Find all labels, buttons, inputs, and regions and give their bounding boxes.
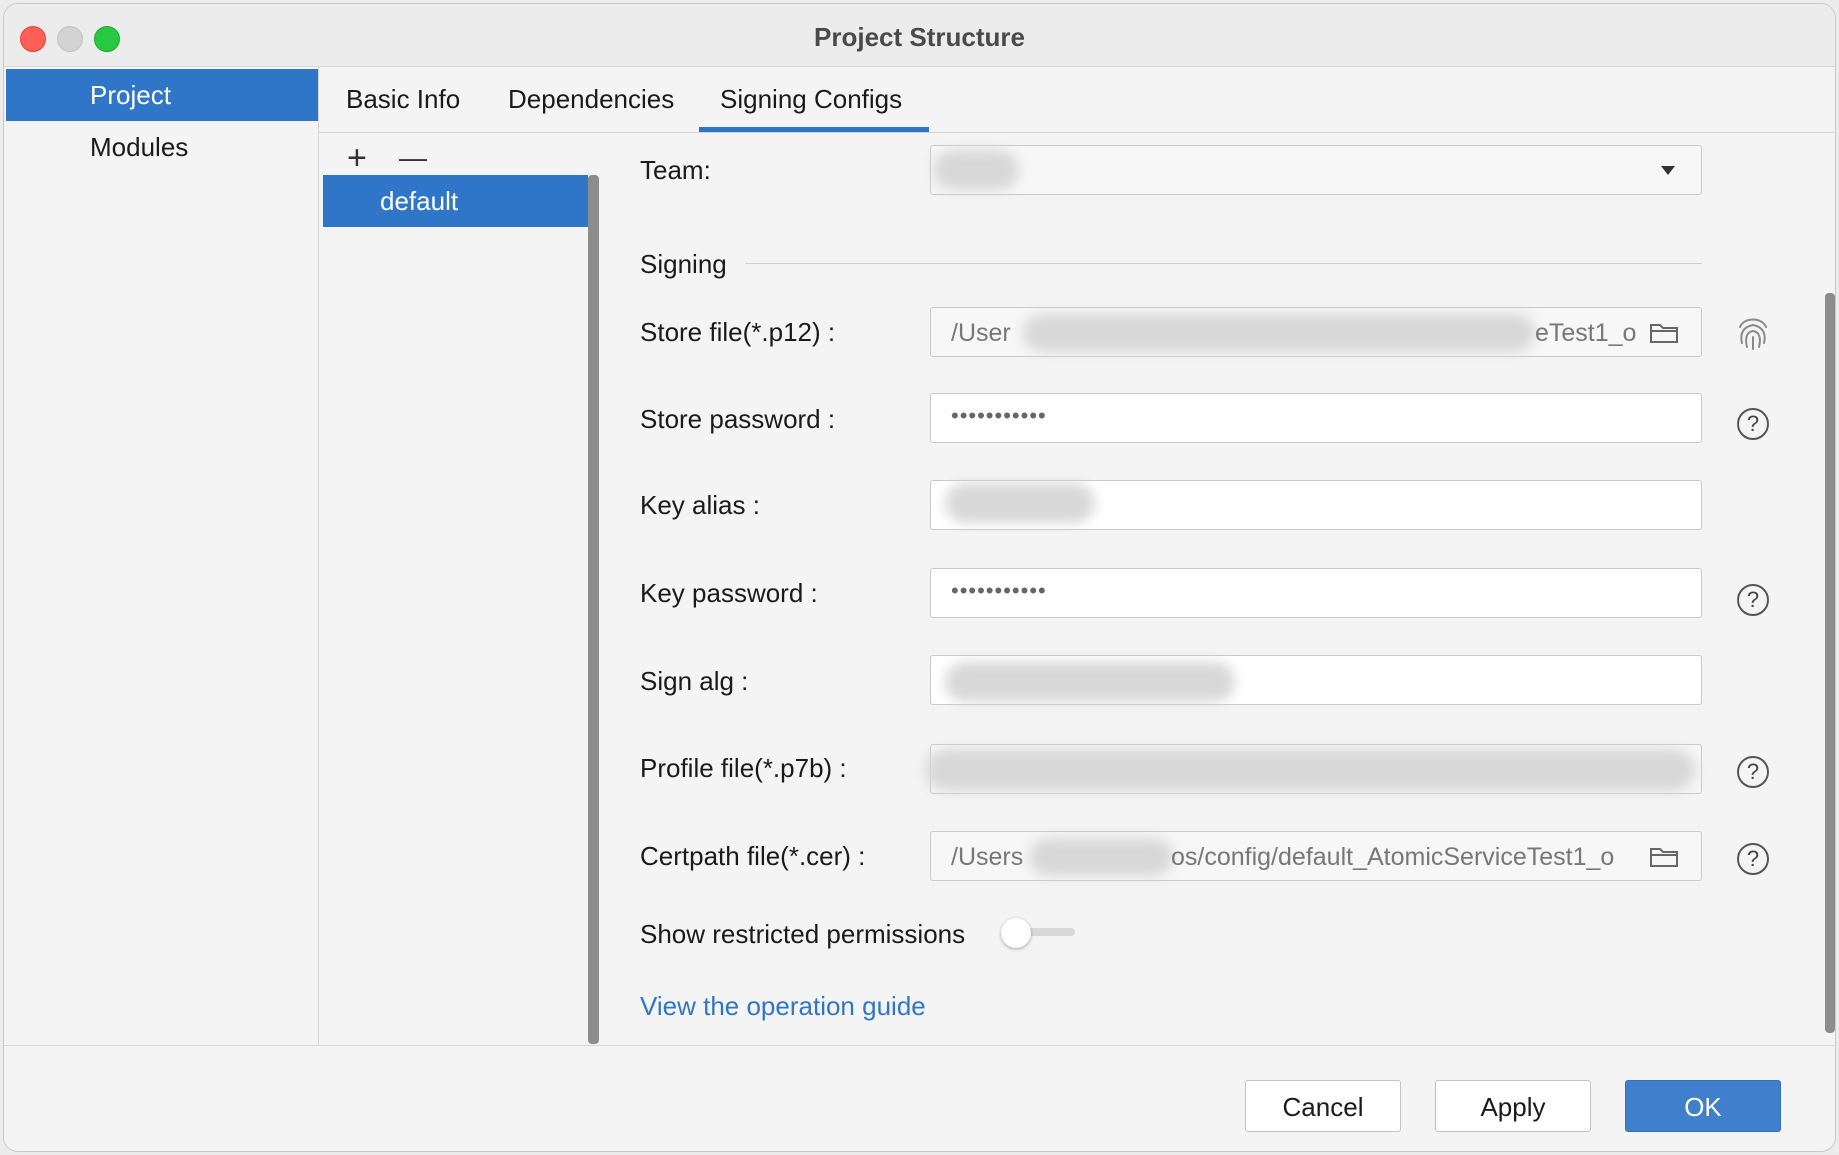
tab-dependencies[interactable]: Dependencies [508, 84, 674, 115]
redacted-sign-alg [945, 662, 1235, 702]
cancel-button[interactable]: Cancel [1245, 1080, 1401, 1132]
fingerprint-icon[interactable] [1734, 313, 1772, 353]
certpath-file-field[interactable]: /Users os/config/default_AtomicServiceTe… [930, 831, 1702, 881]
store-file-value-end: eTest1_o [1535, 319, 1637, 347]
operation-guide-link[interactable]: View the operation guide [640, 991, 926, 1022]
store-file-label: Store file(*.p12) : [640, 317, 836, 347]
store-password-label: Store password : [640, 404, 836, 434]
restricted-permissions-label: Show restricted permissions [640, 919, 966, 949]
project-structure-window: Project Structure Project Modules Basic … [4, 4, 1835, 1151]
folder-icon[interactable] [1649, 320, 1679, 344]
signing-form: Team: Signing Store file(*.p12) : /User … [600, 133, 1835, 1044]
chevron-down-icon [1661, 166, 1675, 175]
redacted-team [933, 150, 1019, 190]
sidebar: Project Modules [4, 67, 319, 1045]
team-label: Team: [640, 155, 711, 185]
folder-icon[interactable] [1649, 844, 1679, 868]
window-title: Project Structure [814, 22, 1025, 52]
tab-signing-configs[interactable]: Signing Configs [720, 84, 902, 115]
apply-button[interactable]: Apply [1435, 1080, 1591, 1132]
store-file-field[interactable]: /User eTest1_o [930, 307, 1702, 357]
store-password-input[interactable]: ••••••••••• [930, 393, 1702, 443]
config-item-default[interactable]: default [323, 175, 588, 227]
add-config-button[interactable]: + [347, 141, 367, 175]
config-list-scrollbar[interactable] [588, 175, 599, 1044]
key-password-input[interactable]: ••••••••••• [930, 568, 1702, 618]
team-dropdown[interactable] [930, 145, 1702, 195]
sidebar-item-label: Modules [90, 132, 189, 162]
remove-config-button[interactable]: — [399, 141, 427, 175]
active-tab-indicator [699, 127, 929, 132]
toggle-knob [1001, 918, 1031, 948]
certpath-value-end: os/config/default_AtomicServiceTest1_o [1171, 843, 1615, 871]
section-divider [745, 263, 1702, 264]
form-scrollbar[interactable] [1825, 293, 1835, 1033]
sidebar-item-modules[interactable]: Modules [6, 121, 318, 173]
certpath-value-start: /Users [951, 843, 1024, 871]
dialog-footer: Cancel Apply OK [4, 1045, 1835, 1151]
signing-section-title: Signing [640, 249, 727, 279]
profile-file-help-icon[interactable]: ? [1737, 756, 1769, 788]
profile-file-label: Profile file(*.p7b) : [640, 753, 847, 783]
tab-basic-info[interactable]: Basic Info [346, 84, 460, 115]
sidebar-item-project[interactable]: Project [6, 69, 318, 121]
sign-alg-label: Sign alg : [640, 666, 749, 696]
certpath-file-label: Certpath file(*.cer) : [640, 841, 866, 871]
signing-config-list-panel: + — default [319, 133, 599, 1044]
key-alias-input[interactable] [930, 480, 1702, 530]
key-password-label: Key password : [640, 578, 818, 608]
config-item-label: default [380, 186, 459, 216]
restricted-permissions-toggle[interactable] [1001, 918, 1077, 948]
certpath-file-help-icon[interactable]: ? [1737, 843, 1769, 875]
redacted-key-alias [945, 483, 1095, 523]
store-file-value-start: /User [951, 319, 1011, 347]
sidebar-item-label: Project [90, 80, 171, 110]
profile-file-field[interactable] [925, 744, 1702, 794]
key-alias-label: Key alias : [640, 490, 760, 520]
redacted-profile-path [925, 749, 1695, 791]
key-password-help-icon[interactable]: ? [1737, 584, 1769, 616]
store-password-value: ••••••••••• [951, 403, 1047, 428]
title-bar: Project Structure [4, 4, 1835, 67]
sign-alg-input[interactable] [930, 655, 1702, 705]
ok-button[interactable]: OK [1625, 1080, 1781, 1132]
key-password-value: ••••••••••• [951, 578, 1047, 603]
redacted-cert-path [1029, 838, 1173, 876]
redacted-path [1023, 314, 1535, 352]
tab-bar: Basic Info Dependencies Signing Configs [319, 67, 1835, 133]
store-password-help-icon[interactable]: ? [1737, 408, 1769, 440]
